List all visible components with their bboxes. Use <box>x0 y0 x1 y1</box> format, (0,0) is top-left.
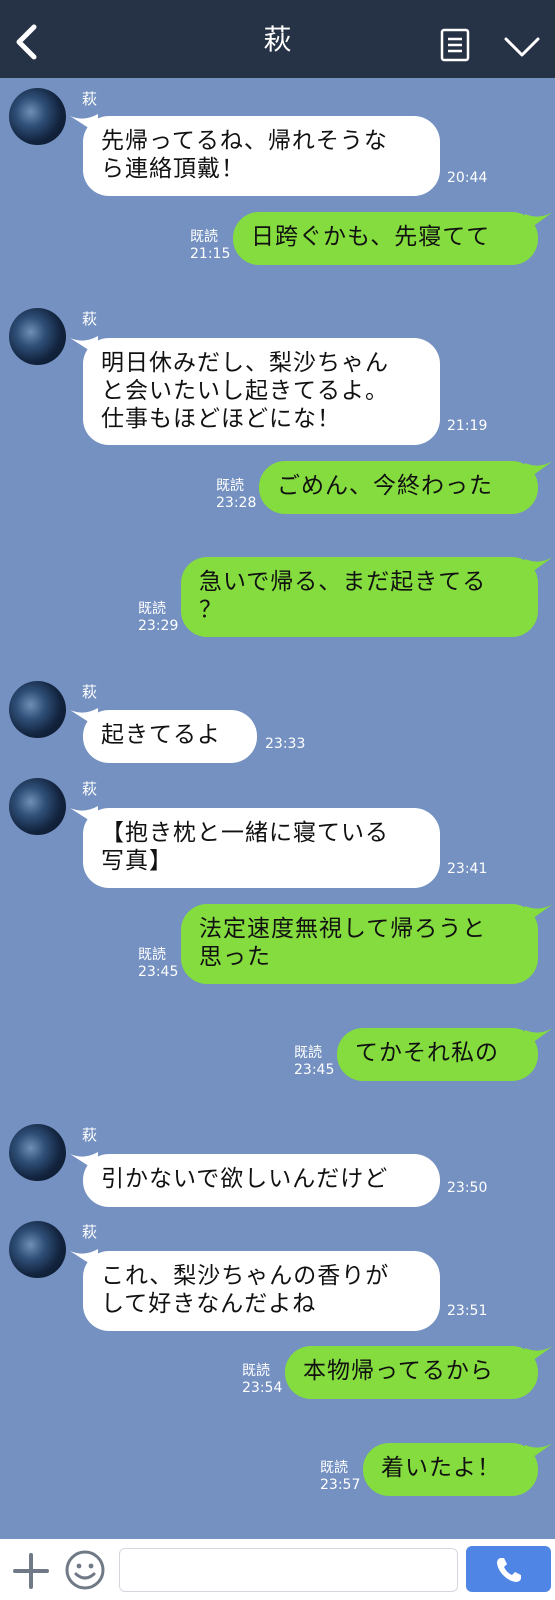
chevron-down-icon[interactable] <box>504 36 540 58</box>
read-receipt: 既読 <box>216 478 244 494</box>
bubble-tail <box>525 1028 553 1048</box>
smiley-icon[interactable] <box>64 1549 106 1591</box>
message-time: 23:33 <box>265 736 306 752</box>
avatar[interactable] <box>9 308 66 365</box>
message-text-line: 明日休みだし、梨沙ちゃん <box>101 350 389 376</box>
bubble-tail <box>525 904 553 924</box>
message-time: 23:51 <box>447 1303 488 1319</box>
read-receipt: 既読 <box>190 229 218 245</box>
message-time: 23:54 <box>242 1380 283 1396</box>
message-input[interactable] <box>119 1548 458 1592</box>
avatar[interactable] <box>9 1124 66 1181</box>
message-time: 21:15 <box>190 246 231 262</box>
message-bubble-outgoing[interactable]: 法定速度無視して帰ろうと 思った <box>181 904 538 984</box>
bubble-tail <box>525 1346 553 1366</box>
message-bubble-incoming[interactable]: 先帰ってるね、帰れそうな ら連絡頂戴！ <box>83 116 440 196</box>
avatar[interactable] <box>9 681 66 738</box>
message-time: 21:19 <box>447 418 488 434</box>
message-text-line: 【抱き枕と一緒に寝ている <box>101 820 389 846</box>
message-text-line: 本物帰ってるから <box>303 1358 494 1384</box>
message-text-line: と会いたいし起きてるよ。 <box>101 378 389 404</box>
message-text-line: ？ <box>199 597 223 623</box>
message-time: 23:41 <box>447 861 488 877</box>
message-bubble-incoming[interactable]: 明日休みだし、梨沙ちゃん と会いたいし起きてるよ。 仕事もほどほどにな！ <box>83 338 440 445</box>
message-text-line: 法定速度無視して帰ろうと <box>199 916 487 942</box>
message-time: 20:44 <box>447 170 488 186</box>
chat-header: 萩 <box>0 0 555 78</box>
message-bubble-outgoing[interactable]: ごめん、今終わった <box>259 461 538 514</box>
read-receipt: 既読 <box>242 1363 270 1379</box>
read-receipt: 既読 <box>294 1045 322 1061</box>
avatar[interactable] <box>9 778 66 835</box>
phone-icon <box>497 1558 521 1582</box>
message-time: 23:28 <box>216 495 257 511</box>
read-receipt: 既読 <box>320 1460 348 1476</box>
message-text-line: 急いで帰る、まだ起きてる <box>199 569 487 595</box>
message-text-line: 写真】 <box>101 848 173 874</box>
sender-name: 萩 <box>82 1223 98 1241</box>
message-text-line: 起きてるよ <box>101 722 221 748</box>
message-bubble-outgoing[interactable]: 日跨ぐかも、先寝てて <box>233 212 538 265</box>
avatar[interactable] <box>9 88 66 145</box>
message-time: 23:29 <box>138 618 179 634</box>
bubble-tail <box>525 461 553 481</box>
message-bubble-outgoing[interactable]: てかそれ私の <box>337 1028 538 1081</box>
sender-name: 萩 <box>82 683 98 701</box>
read-receipt: 既読 <box>138 601 166 617</box>
message-text-line: 着いたよ！ <box>381 1455 501 1481</box>
bubble-tail <box>525 557 553 577</box>
message-text-line: てかそれ私の <box>355 1040 499 1066</box>
sender-name: 萩 <box>82 1126 98 1144</box>
message-bubble-outgoing[interactable]: 急いで帰る、まだ起きてる ？ <box>181 557 538 637</box>
message-time: 23:45 <box>138 964 179 980</box>
message-bubble-incoming[interactable]: 引かないで欲しいんだけど <box>83 1154 440 1207</box>
message-text-line: して好きなんだよね <box>101 1291 317 1317</box>
document-list-icon[interactable] <box>440 28 470 62</box>
message-text-line: 引かないで欲しいんだけど <box>101 1166 389 1192</box>
call-button[interactable] <box>466 1546 551 1592</box>
message-time: 23:45 <box>294 1062 335 1078</box>
message-text-line: これ、梨沙ちゃんの香りが <box>101 1263 390 1289</box>
sender-name: 萩 <box>82 310 98 328</box>
plus-icon[interactable] <box>12 1552 50 1590</box>
read-receipt: 既読 <box>138 947 166 963</box>
sender-name: 萩 <box>82 90 98 108</box>
message-time: 23:50 <box>447 1180 488 1196</box>
bubble-tail <box>525 212 553 232</box>
message-text-line: ごめん、今終わった <box>277 473 493 499</box>
message-bubble-incoming[interactable]: 起きてるよ <box>83 710 257 763</box>
avatar[interactable] <box>9 1221 66 1278</box>
chat-title: 萩 <box>263 23 292 56</box>
sender-name: 萩 <box>82 780 98 798</box>
message-bubble-incoming[interactable]: これ、梨沙ちゃんの香りが して好きなんだよね <box>83 1251 440 1331</box>
message-text-line: 仕事もほどほどにな！ <box>101 406 341 432</box>
message-bubble-outgoing[interactable]: 着いたよ！ <box>363 1443 538 1496</box>
message-bubble-outgoing[interactable]: 本物帰ってるから <box>285 1346 538 1399</box>
message-text-line: ら連絡頂戴！ <box>101 156 245 182</box>
message-text-line: 先帰ってるね、帰れそうな <box>101 128 388 154</box>
message-bubble-incoming[interactable]: 【抱き枕と一緒に寝ている 写真】 <box>83 808 440 888</box>
bubble-tail <box>525 1443 553 1463</box>
message-text-line: 日跨ぐかも、先寝てて <box>251 224 491 250</box>
message-text-line: 思った <box>199 944 271 970</box>
message-time: 23:57 <box>320 1477 361 1493</box>
